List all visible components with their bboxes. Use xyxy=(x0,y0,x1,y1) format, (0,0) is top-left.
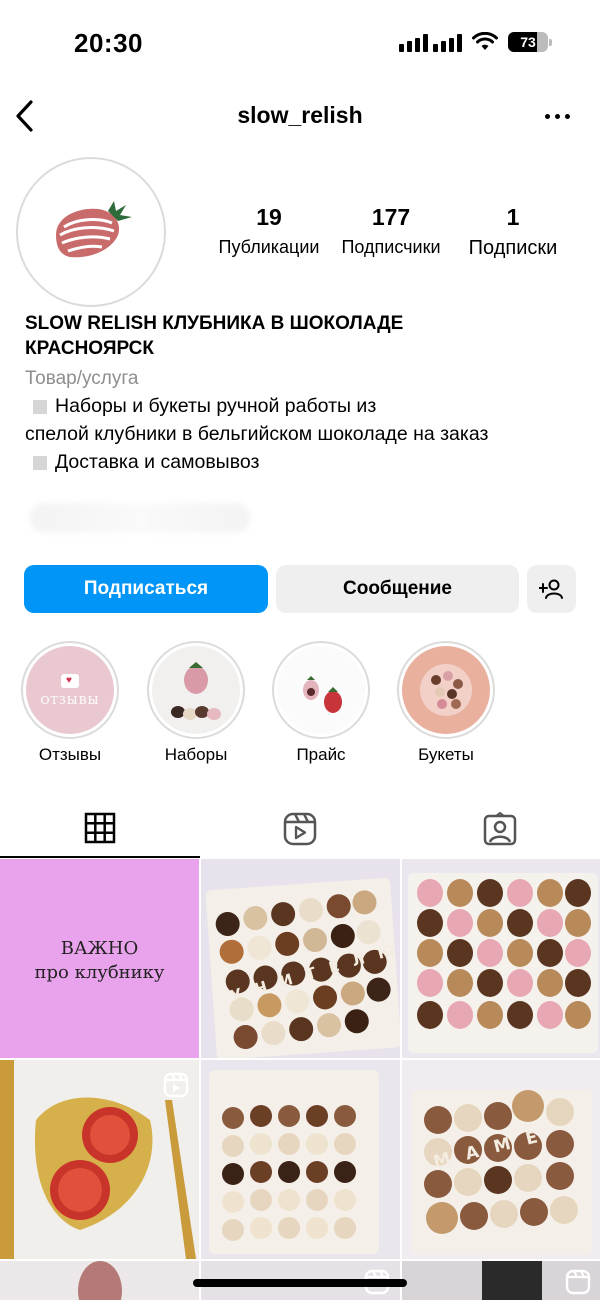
status-time: 20:30 xyxy=(74,28,143,58)
post-text-line: ВАЖНО xyxy=(60,938,139,959)
stat-followers-label: Подписчики xyxy=(341,237,441,257)
battery-tip xyxy=(549,38,552,46)
profile-header: slow_relish xyxy=(0,96,600,136)
profile-stats: 19 Публикации 177 Подписчики 1 Подписки xyxy=(210,204,580,264)
highlight-ring xyxy=(397,641,495,739)
highlight-label: Букеты xyxy=(418,745,474,764)
bio-line: спелой клубники в бельгийском шоколаде н… xyxy=(25,423,489,445)
battery-percent: 73 xyxy=(520,34,536,50)
highlight-cover: ♥ ОТЗЫВЫ xyxy=(26,646,114,734)
reels-icon xyxy=(283,812,317,846)
profile-name-line2: КРАСНОЯРСК xyxy=(25,338,154,359)
stat-following-count: 1 xyxy=(506,204,520,230)
post-tile[interactable]: МАМЕ xyxy=(402,1060,600,1259)
post-image xyxy=(482,1261,542,1300)
post-image xyxy=(78,1261,122,1300)
strawberry-logo-icon xyxy=(56,201,132,258)
highlight-bouquets[interactable]: Букеты xyxy=(397,641,495,765)
status-bar: 20:30 73 xyxy=(0,0,600,90)
post-image xyxy=(412,1090,592,1255)
post-tile[interactable]: УЧИТЕЛЮ xyxy=(201,859,400,1058)
stat-following[interactable]: 1 Подписки xyxy=(460,204,566,260)
post-tile[interactable] xyxy=(402,1261,600,1300)
stat-posts[interactable]: 19 Публикации xyxy=(210,204,328,258)
message-button[interactable]: Сообщение xyxy=(276,565,519,613)
follow-button[interactable]: Подписаться xyxy=(24,565,268,613)
bio-line: Наборы и букеты ручной работы из xyxy=(25,392,585,420)
profile-name-line1: SLOW RELISH КЛУБНИКА В ШОКОЛАДЕ xyxy=(25,313,404,334)
highlight-label: Отзывы xyxy=(38,745,102,764)
highlight-label: Прайс xyxy=(296,745,346,764)
more-dot-icon xyxy=(565,114,570,119)
profile-avatar[interactable] xyxy=(16,157,166,307)
bio-text: Наборы и букеты ручной работы из xyxy=(55,395,377,417)
blurred-link xyxy=(30,503,250,533)
home-indicator[interactable] xyxy=(193,1279,407,1287)
bio-line: Доставка и самовывоз xyxy=(25,448,585,476)
post-text-line: про клубнику xyxy=(34,962,165,983)
reels-icon xyxy=(163,1072,189,1098)
profile-category: Товар/услуга xyxy=(25,368,139,389)
stat-posts-count: 19 xyxy=(256,204,282,230)
highlight-cover xyxy=(152,646,240,734)
cellular-signal-icon xyxy=(399,32,462,52)
post-tile[interactable] xyxy=(0,1261,199,1300)
highlight-ring: ♥ ОТЗЫВЫ xyxy=(21,641,119,739)
bullet-icon xyxy=(33,399,47,414)
add-person-icon xyxy=(538,579,563,599)
bio-text: Доставка и самовывоз xyxy=(55,451,260,473)
more-dot-icon xyxy=(545,114,550,119)
stat-posts-label: Публикации xyxy=(218,237,320,257)
highlight-ring xyxy=(147,641,245,739)
highlight-prices[interactable]: Прайс xyxy=(272,641,370,765)
tab-tagged[interactable] xyxy=(400,800,600,858)
more-options-button[interactable] xyxy=(545,114,570,119)
highlight-label: Наборы xyxy=(164,745,228,764)
wifi-icon xyxy=(472,32,498,50)
post-tile[interactable] xyxy=(201,1060,400,1259)
reel-badge xyxy=(163,1072,189,1103)
highlight-cover xyxy=(277,646,365,734)
suggest-people-button[interactable] xyxy=(527,565,576,613)
highlight-cover-text: ОТЗЫВЫ xyxy=(40,693,100,707)
tab-reels[interactable] xyxy=(200,800,400,858)
status-icons: 73 xyxy=(399,32,552,52)
highlight-sets[interactable]: Наборы xyxy=(147,641,245,765)
tagged-icon xyxy=(483,812,517,846)
post-image xyxy=(408,873,598,1053)
avatar-image xyxy=(23,164,159,300)
reel-badge xyxy=(565,1269,591,1300)
more-dot-icon xyxy=(555,114,560,119)
chocolate-strawberry-icon xyxy=(171,662,221,720)
grid-icon xyxy=(84,812,116,844)
post-text: ВАЖНО про клубнику xyxy=(0,937,199,985)
post-tile[interactable]: ВАЖНО про клубнику xyxy=(0,859,199,1058)
highlight-reviews[interactable]: ♥ ОТЗЫВЫ Отзывы xyxy=(21,641,119,765)
strawberries-icon xyxy=(303,676,342,713)
stat-followers[interactable]: 177 Подписчики xyxy=(332,204,450,258)
profile-tabs xyxy=(0,800,600,858)
post-image xyxy=(209,1070,379,1254)
heart-icon: ♥ xyxy=(61,673,79,688)
profile-bio: SLOW RELISH КЛУБНИКА В ШОКОЛАДЕ КРАСНОЯР… xyxy=(25,311,585,476)
bouquet-icon xyxy=(420,664,472,716)
profile-username: slow_relish xyxy=(237,102,363,128)
highlight-cover xyxy=(402,646,490,734)
stat-following-label: Подписки xyxy=(468,237,558,259)
tab-posts-grid[interactable] xyxy=(0,800,200,858)
reels-icon xyxy=(565,1269,591,1295)
stat-followers-count: 177 xyxy=(371,204,411,230)
highlight-ring xyxy=(272,641,370,739)
bullet-icon xyxy=(33,455,47,470)
post-tile[interactable] xyxy=(402,859,600,1058)
battery-icon: 73 xyxy=(508,32,548,52)
post-tile[interactable] xyxy=(0,1060,199,1259)
